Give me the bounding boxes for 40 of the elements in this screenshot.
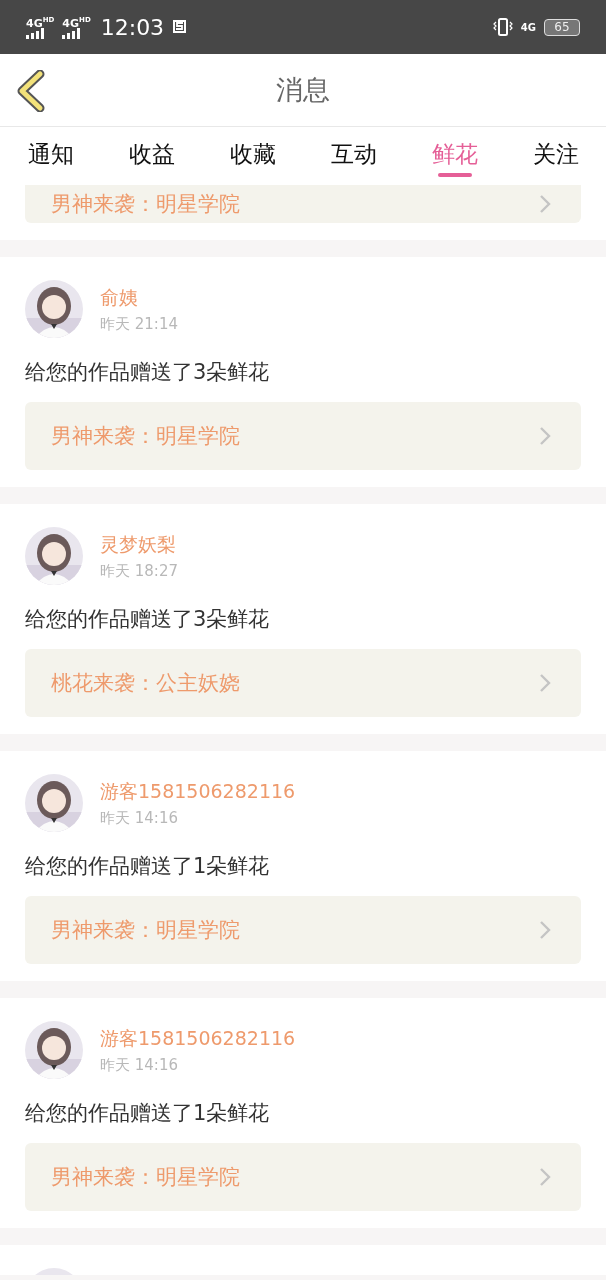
tab[interactable]: 互动 bbox=[330, 139, 377, 185]
chevron-right-icon bbox=[539, 1167, 551, 1187]
work-link[interactable]: 男神来袭：明星学院 bbox=[25, 185, 581, 223]
message-text: 给您的作品赠送了1朵鲜花 bbox=[25, 1101, 271, 1125]
work-link[interactable]: 男神来袭：明星学院 bbox=[25, 896, 581, 964]
tab-indicator bbox=[437, 173, 472, 177]
signal-icon bbox=[26, 28, 46, 40]
tab[interactable]: 关注 bbox=[532, 139, 579, 185]
network-label: 4G bbox=[520, 21, 536, 33]
work-link[interactable]: 男神来袭：明星学院 bbox=[25, 1143, 581, 1211]
back-button[interactable] bbox=[16, 70, 46, 112]
chevron-right-icon bbox=[539, 673, 551, 693]
work-link[interactable]: 男神来袭：明星学院 bbox=[25, 402, 581, 470]
message-text: 给您的作品赠送了3朵鲜花 bbox=[25, 607, 271, 631]
chevron-right-icon bbox=[539, 194, 551, 214]
screenshot-icon bbox=[172, 19, 189, 35]
user-name: 灵梦妖梨 bbox=[100, 531, 177, 557]
work-link[interactable]: 桃花来袭：公主妖娆 bbox=[25, 649, 581, 717]
timestamp: 昨天 14:16 bbox=[100, 808, 179, 828]
tab[interactable]: 通知 bbox=[27, 139, 74, 185]
timestamp: 昨天 18:27 bbox=[100, 561, 178, 581]
user-name: 游客1581506282116 bbox=[100, 778, 296, 804]
network-label: 4G$^{HD}$ bbox=[62, 14, 91, 29]
clock: 12:03 bbox=[100, 14, 165, 40]
user-name: 俞姨 bbox=[100, 284, 139, 310]
tab[interactable]: 收藏 bbox=[229, 139, 276, 185]
timestamp: 昨天 21:14 bbox=[100, 314, 178, 334]
page-title: 消息 bbox=[276, 73, 330, 107]
message-text: 给您的作品赠送了1朵鲜花 bbox=[25, 854, 271, 878]
user-name: 游客1581506282116 bbox=[100, 1025, 296, 1051]
network-label: 4G$^{HD}$ bbox=[26, 14, 55, 29]
signal-icon bbox=[62, 28, 83, 40]
chevron-right-icon bbox=[539, 426, 551, 446]
tab[interactable]: 鲜花 bbox=[431, 139, 478, 185]
vibrate-icon bbox=[492, 17, 513, 37]
battery-icon: 65 bbox=[544, 18, 580, 36]
tab[interactable]: 收益 bbox=[128, 139, 175, 185]
timestamp: 昨天 14:16 bbox=[100, 1055, 179, 1075]
message-text: 给您的作品赠送了3朵鲜花 bbox=[25, 360, 271, 384]
chevron-right-icon bbox=[539, 920, 551, 940]
